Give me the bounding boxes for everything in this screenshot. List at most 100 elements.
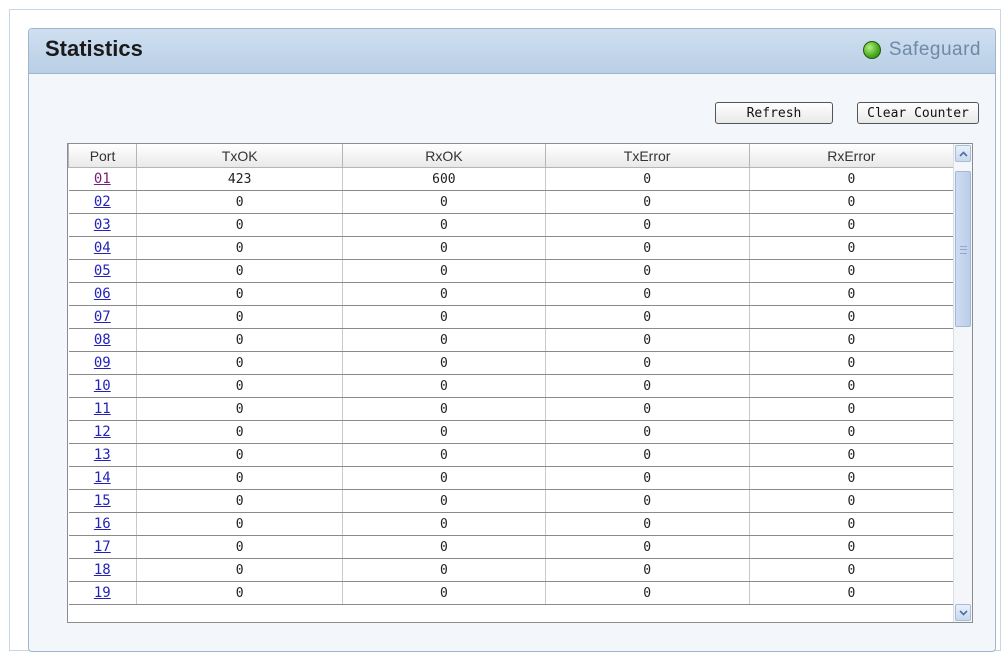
cell-rxok: 0 (342, 512, 546, 536)
cell-txerror: 0 (545, 282, 750, 306)
port-link[interactable]: 03 (94, 217, 111, 233)
scroll-thumb[interactable] (955, 171, 971, 327)
cell-rxerror: 0 (749, 236, 955, 260)
table-row: 01 423 600 0 0 (68, 167, 955, 191)
cell-txok: 423 (136, 167, 344, 191)
cell-txerror: 0 (545, 558, 750, 582)
cell-port: 17 (68, 535, 138, 559)
cell-txerror: 0 (545, 535, 750, 559)
chevron-down-icon (958, 609, 968, 616)
cell-port: 14 (68, 466, 138, 490)
cell-txerror: 0 (545, 466, 750, 490)
cell-txok: 0 (136, 351, 344, 375)
cell-txerror: 0 (545, 259, 750, 283)
cell-txok: 0 (136, 282, 344, 306)
cell-rxerror: 0 (749, 259, 955, 283)
grip-icon (960, 246, 967, 254)
statistics-table: Port TxOK RxOK TxError RxError 01 423 600 0… (68, 144, 955, 605)
table-row: 17 0 0 0 0 (68, 535, 955, 559)
cell-txok: 0 (136, 535, 344, 559)
table-row: 03 0 0 0 0 (68, 213, 955, 237)
port-link[interactable]: 14 (94, 470, 111, 486)
cell-txok: 0 (136, 213, 344, 237)
cell-port: 07 (68, 305, 138, 329)
cell-rxerror: 0 (749, 282, 955, 306)
cell-port: 08 (68, 328, 138, 352)
table-row: 15 0 0 0 0 (68, 489, 955, 513)
cell-rxok: 0 (342, 558, 546, 582)
cell-txerror: 0 (545, 512, 750, 536)
header-txok: TxOK (136, 144, 344, 168)
port-link[interactable]: 10 (94, 378, 111, 394)
cell-port: 05 (68, 259, 138, 283)
cell-port: 06 (68, 282, 138, 306)
cell-rxerror: 0 (749, 190, 955, 214)
port-link[interactable]: 17 (94, 539, 111, 555)
table-row: 10 0 0 0 0 (68, 374, 955, 398)
table-row: 08 0 0 0 0 (68, 328, 955, 352)
clear-counter-button[interactable]: Clear Counter (857, 102, 979, 124)
table-row: 19 0 0 0 0 (68, 581, 955, 605)
header-txerror: TxError (544, 144, 750, 168)
panel-header: Statistics Safeguard (29, 29, 995, 74)
cell-rxerror: 0 (749, 397, 955, 421)
cell-rxok: 0 (342, 374, 546, 398)
port-link[interactable]: 15 (94, 493, 111, 509)
port-link[interactable]: 09 (94, 355, 111, 371)
cell-txerror: 0 (545, 443, 750, 467)
cell-rxerror: 0 (749, 581, 955, 605)
cell-rxerror: 0 (749, 213, 955, 237)
port-link[interactable]: 19 (94, 585, 111, 601)
vertical-scrollbar[interactable] (953, 144, 972, 622)
port-link[interactable]: 01 (94, 171, 111, 187)
cell-txok: 0 (136, 374, 344, 398)
port-link[interactable]: 05 (94, 263, 111, 279)
cell-rxok: 0 (342, 397, 546, 421)
cell-port: 04 (68, 236, 138, 260)
cell-rxok: 0 (342, 236, 546, 260)
table-row: 04 0 0 0 0 (68, 236, 955, 260)
cell-rxok: 0 (342, 489, 546, 513)
cell-port: 10 (68, 374, 138, 398)
table-row: 18 0 0 0 0 (68, 558, 955, 582)
cell-rxok: 0 (342, 328, 546, 352)
statistics-table-container[interactable]: Port TxOK RxOK TxError RxError 01 423 600 0… (67, 143, 973, 623)
table-row: 02 0 0 0 0 (68, 190, 955, 214)
cell-txok: 0 (136, 420, 344, 444)
cell-txok: 0 (136, 328, 344, 352)
page-title: Statistics (45, 36, 143, 61)
scroll-down-button[interactable] (955, 604, 971, 621)
port-link[interactable]: 13 (94, 447, 111, 463)
port-link[interactable]: 04 (94, 240, 111, 256)
port-link[interactable]: 12 (94, 424, 111, 440)
table-row: 14 0 0 0 0 (68, 466, 955, 490)
port-link[interactable]: 06 (94, 286, 111, 302)
port-link[interactable]: 16 (94, 516, 111, 532)
cell-rxok: 0 (342, 305, 546, 329)
cell-txok: 0 (136, 489, 344, 513)
cell-txerror: 0 (545, 328, 750, 352)
port-link[interactable]: 02 (94, 194, 111, 210)
statistics-panel: Statistics Safeguard Refresh Clear Count… (28, 28, 996, 652)
refresh-button[interactable]: Refresh (715, 102, 833, 124)
cell-txerror: 0 (545, 351, 750, 375)
cell-rxok: 0 (342, 351, 546, 375)
cell-txerror: 0 (545, 305, 750, 329)
cell-port: 02 (68, 190, 138, 214)
scroll-up-button[interactable] (955, 145, 971, 162)
cell-rxerror: 0 (749, 374, 955, 398)
cell-rxerror: 0 (749, 489, 955, 513)
port-link[interactable]: 11 (94, 401, 111, 417)
header-rxerror: RxError (748, 144, 955, 168)
port-link[interactable]: 08 (94, 332, 111, 348)
cell-rxerror: 0 (749, 305, 955, 329)
cell-txerror: 0 (545, 374, 750, 398)
cell-txerror: 0 (545, 581, 750, 605)
table-row: 07 0 0 0 0 (68, 305, 955, 329)
port-link[interactable]: 18 (94, 562, 111, 578)
cell-rxerror: 0 (749, 351, 955, 375)
port-link[interactable]: 07 (94, 309, 111, 325)
page-frame: Statistics Safeguard Refresh Clear Count… (9, 9, 1001, 652)
cell-port: 13 (68, 443, 138, 467)
cell-txerror: 0 (545, 489, 750, 513)
